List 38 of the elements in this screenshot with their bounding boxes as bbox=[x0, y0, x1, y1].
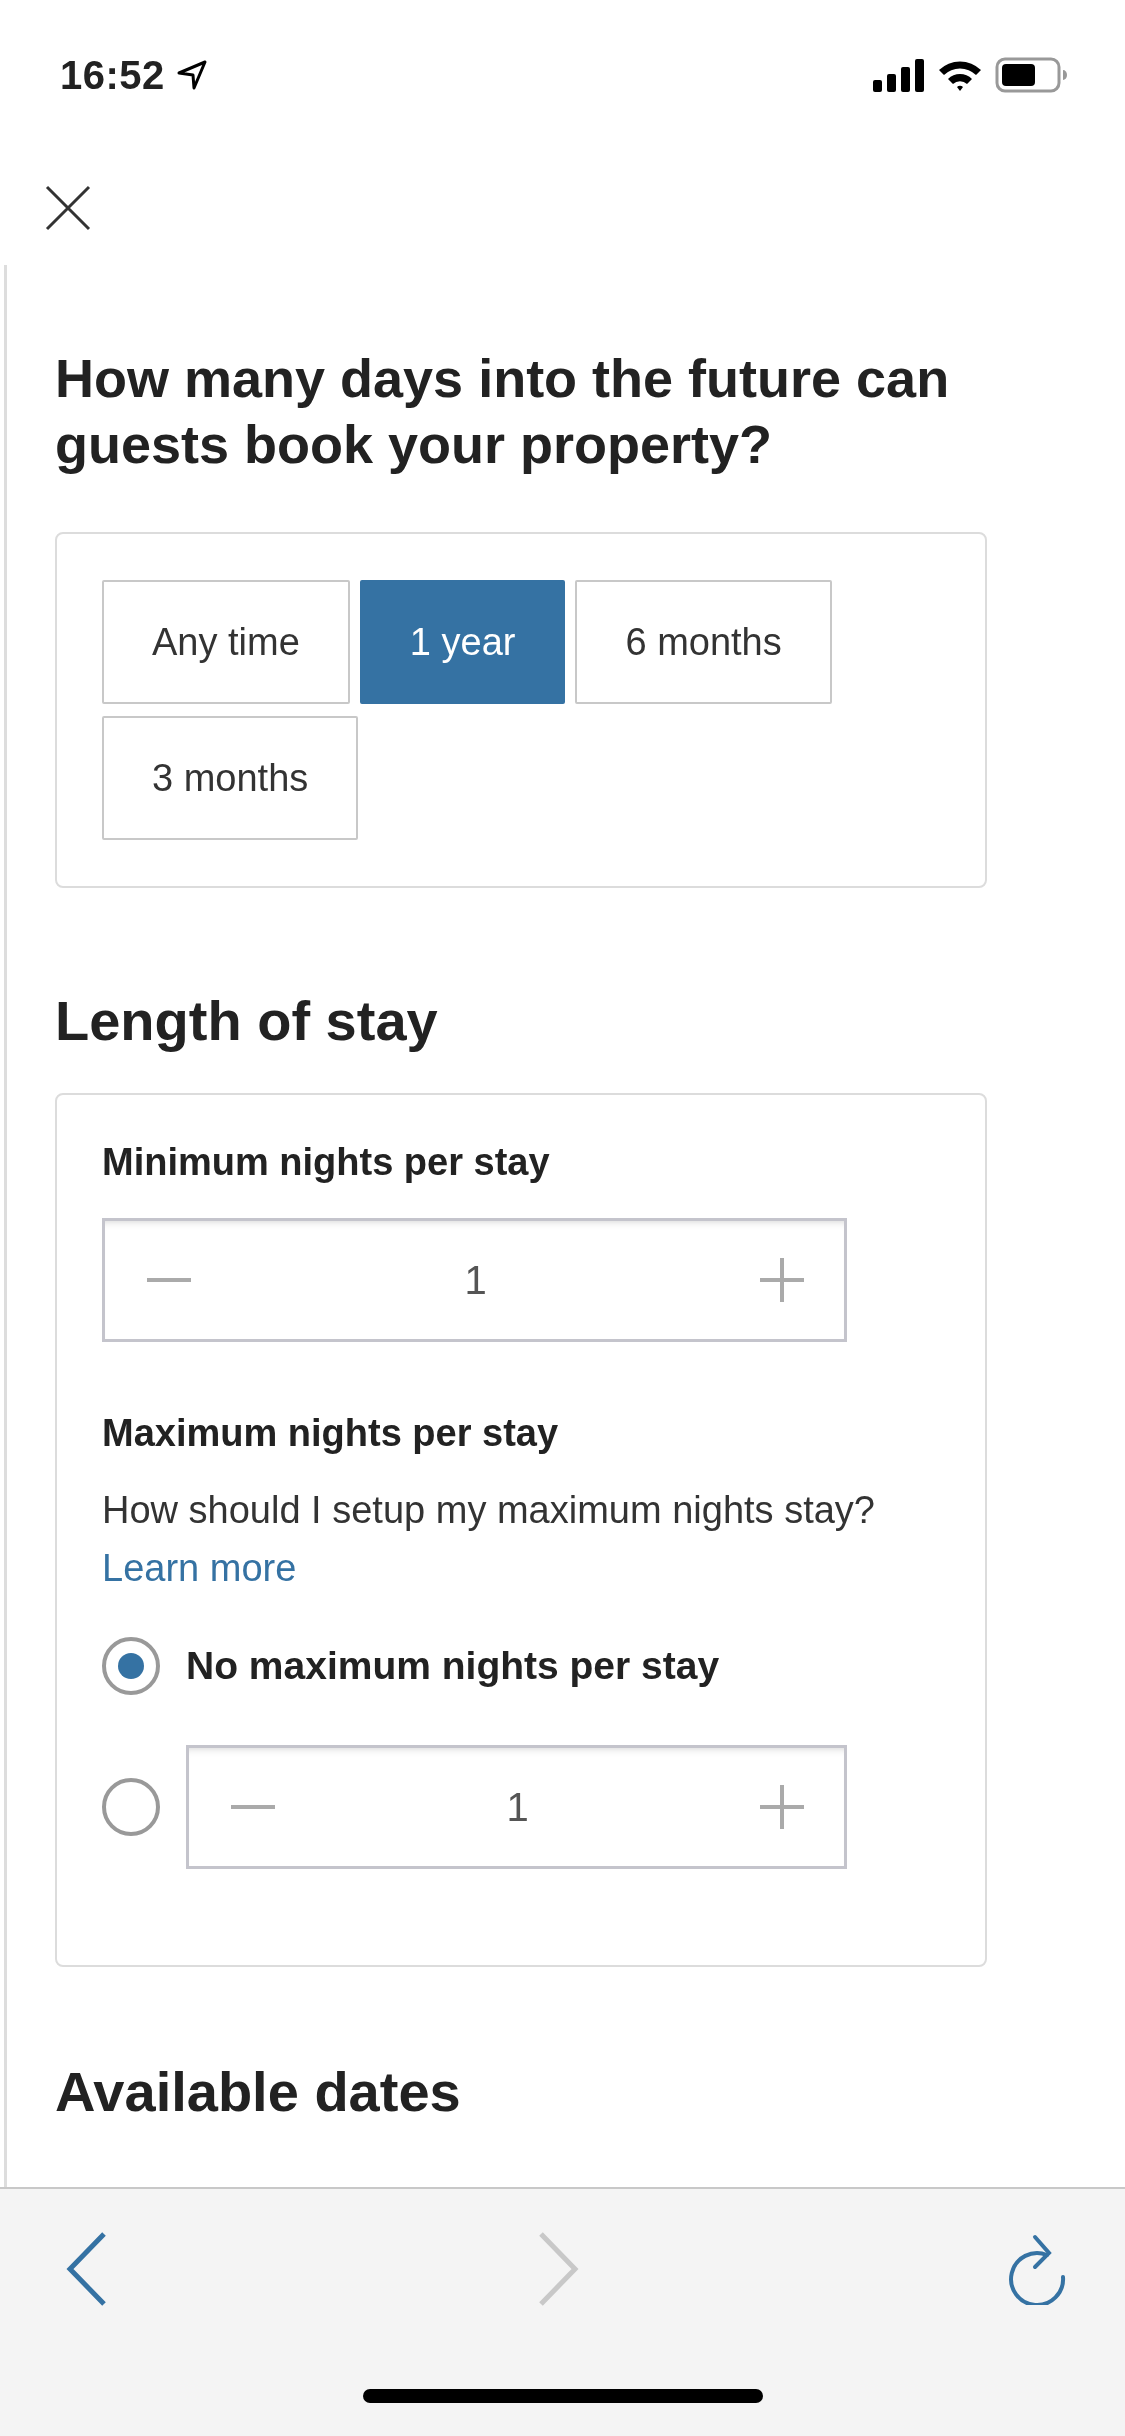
help-text: How should I setup my maximum nights stay? Learn more bbox=[102, 1488, 876, 1591]
decrease-button[interactable] bbox=[147, 1277, 191, 1283]
battery-icon bbox=[995, 57, 1067, 93]
wifi-icon bbox=[937, 58, 983, 92]
increase-button[interactable] bbox=[760, 1258, 804, 1302]
reload-icon bbox=[1007, 2233, 1067, 2305]
radio-label: No maximum nights per stay bbox=[186, 1644, 720, 1688]
period-option[interactable]: 6 months bbox=[575, 580, 832, 704]
page-title: How many days into the future can guests book your property? bbox=[55, 347, 951, 476]
field-label: Maximum nights per stay bbox=[102, 1412, 560, 1455]
plus-icon bbox=[760, 1258, 804, 1302]
field-label: Minimum nights per stay bbox=[102, 1141, 551, 1184]
status-time: 16:52 bbox=[60, 52, 165, 98]
location-arrow-icon bbox=[176, 59, 207, 91]
radio-button[interactable] bbox=[102, 1637, 160, 1695]
plus-icon bbox=[760, 1785, 804, 1829]
number-stepper[interactable]: 1 bbox=[102, 1218, 847, 1342]
close-button[interactable] bbox=[45, 184, 91, 231]
stepper-value: 1 bbox=[506, 1784, 529, 1830]
stepper-value: 1 bbox=[464, 1257, 487, 1303]
period-option[interactable]: Any time bbox=[102, 580, 350, 704]
decrease-button[interactable] bbox=[231, 1804, 275, 1810]
back-icon bbox=[66, 2232, 108, 2306]
section-heading: Length of stay bbox=[55, 988, 439, 1053]
increase-button[interactable] bbox=[760, 1785, 804, 1829]
radio-button[interactable] bbox=[102, 1778, 160, 1836]
forward-icon bbox=[536, 2232, 579, 2306]
minus-icon bbox=[147, 1277, 191, 1283]
section-heading: Available dates bbox=[55, 2059, 462, 2124]
minus-icon bbox=[231, 1804, 275, 1810]
close-icon bbox=[45, 184, 91, 231]
number-stepper[interactable]: 1 bbox=[186, 1745, 847, 1869]
back-button[interactable] bbox=[66, 2232, 108, 2306]
period-option[interactable]: 1 year bbox=[359, 580, 566, 704]
period-option[interactable]: 3 months bbox=[102, 716, 359, 840]
signal-icon bbox=[873, 58, 925, 92]
reload-button[interactable] bbox=[1007, 2233, 1067, 2305]
learn-more-link[interactable]: Learn more bbox=[102, 1547, 297, 1589]
